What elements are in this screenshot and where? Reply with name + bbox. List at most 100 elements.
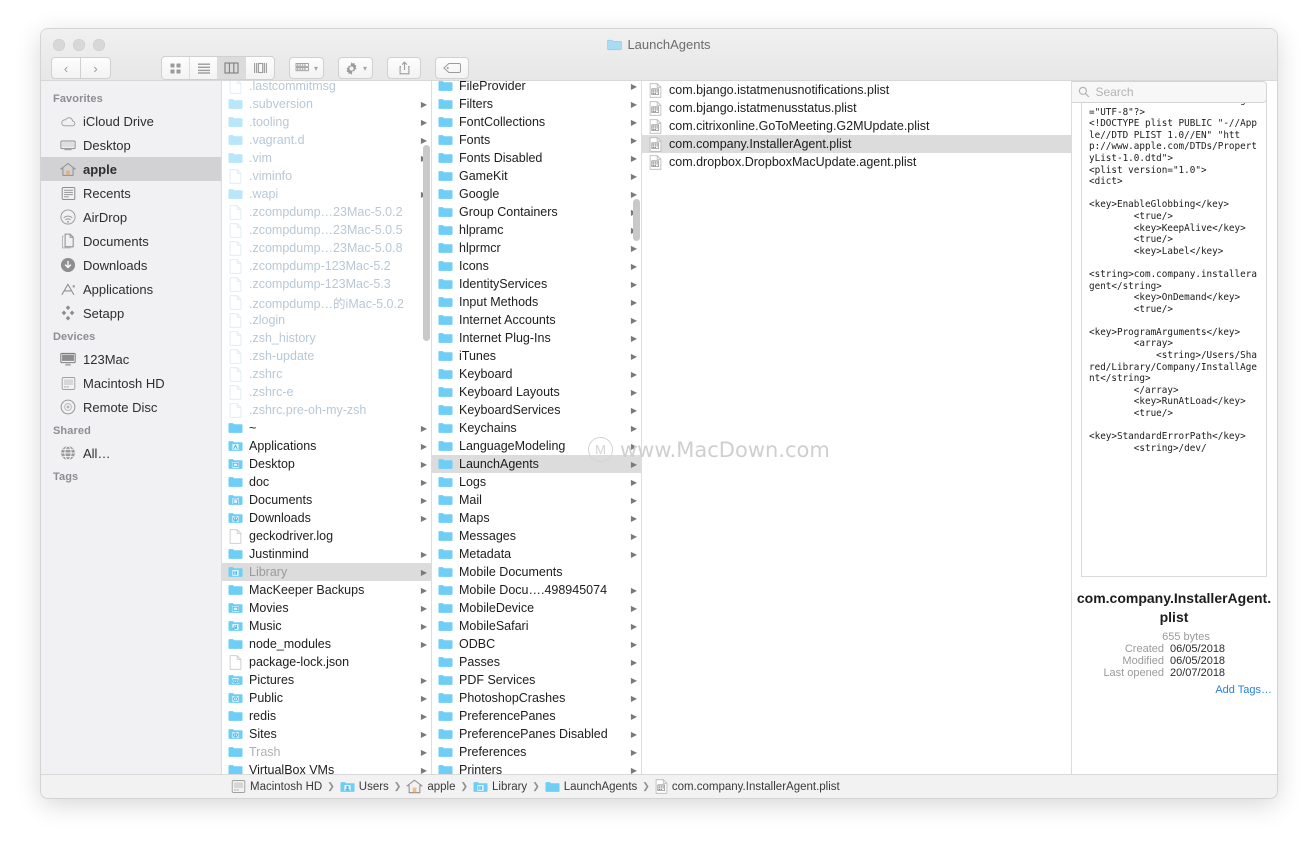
file-row[interactable]: geckodriver.log — [222, 527, 431, 545]
file-row[interactable]: hlpramc▶ — [432, 221, 641, 239]
file-row[interactable]: .zcompdump…23Mac-5.0.2 — [222, 203, 431, 221]
file-row[interactable]: MacKeeper Backups ▶ — [222, 581, 431, 599]
file-row[interactable]: Applications ▶ — [222, 437, 431, 455]
file-row[interactable]: Documents ▶ — [222, 491, 431, 509]
file-row[interactable]: Keychains ▶ — [432, 419, 641, 437]
file-row[interactable]: LaunchAgents ▶ — [432, 455, 641, 473]
path-segment[interactable]: Users — [340, 781, 389, 793]
add-tags-link[interactable]: Add Tags… — [1076, 684, 1272, 696]
share-button[interactable] — [387, 57, 422, 79]
path-segment[interactable]: com.company.InstallerAgent.plist — [655, 779, 840, 794]
sidebar-item-macintosh-hd[interactable]: Macintosh HD — [41, 371, 221, 395]
file-row[interactable]: Music ▶ — [222, 617, 431, 635]
file-row[interactable]: Pictures ▶ — [222, 671, 431, 689]
file-row[interactable]: node_modules ▶ — [222, 635, 431, 653]
file-row[interactable]: .zshrc.pre-oh-my-zsh — [222, 401, 431, 419]
file-row[interactable]: .zcompdump-123Mac-5.3 — [222, 275, 431, 293]
path-segment[interactable]: Library — [473, 781, 527, 793]
file-row[interactable]: Metadata ▶ — [432, 545, 641, 563]
file-row[interactable]: Mobile Docu….498945074 ▶ — [432, 581, 641, 599]
file-row[interactable]: com.citrixonline.GoToMeeting.G2MUpdate.p… — [642, 117, 1071, 135]
sidebar-item-remote-disc[interactable]: Remote Disc — [41, 395, 221, 419]
file-row[interactable]: Filters ▶ — [432, 95, 641, 113]
column-view-button[interactable] — [218, 57, 246, 79]
file-row[interactable]: .vagrant.d ▶ — [222, 131, 431, 149]
sidebar-item-setapp[interactable]: Setapp — [41, 301, 221, 325]
back-button[interactable]: ‹ — [51, 57, 81, 79]
file-row[interactable]: ~ ▶ — [222, 419, 431, 437]
sidebar-item-recents[interactable]: Recents — [41, 181, 221, 205]
file-row[interactable]: .subversion ▶ — [222, 95, 431, 113]
file-row[interactable]: com.bjango.istatmenusstatus.plist — [642, 99, 1071, 117]
file-row[interactable]: Passes ▶ — [432, 653, 641, 671]
file-row[interactable]: .lastcommitmsg — [222, 81, 431, 95]
file-row[interactable]: Library ▶ — [222, 563, 431, 581]
file-row[interactable]: Internet Plug-Ins ▶ — [432, 329, 641, 347]
action-gear-button[interactable]: ▾ — [338, 57, 374, 79]
file-row[interactable]: doc ▶ — [222, 473, 431, 491]
file-row[interactable]: Internet Accounts ▶ — [432, 311, 641, 329]
file-row[interactable]: Group Containers▶ — [432, 203, 641, 221]
sidebar-item-airdrop[interactable]: AirDrop — [41, 205, 221, 229]
file-row[interactable]: .zcompdump…的iMac-5.0.2 — [222, 293, 431, 311]
file-row[interactable]: com.bjango.istatmenusnotifications.plist — [642, 81, 1071, 99]
file-row[interactable]: Icons ▶ — [432, 257, 641, 275]
file-row[interactable]: package-lock.json — [222, 653, 431, 671]
file-row[interactable]: PreferencePanes ▶ — [432, 707, 641, 725]
sidebar-item-123mac[interactable]: 123Mac — [41, 347, 221, 371]
file-row[interactable]: Mail ▶ — [432, 491, 641, 509]
file-row[interactable]: redis ▶ — [222, 707, 431, 725]
file-row[interactable]: FileProvider ▶ — [432, 81, 641, 95]
file-row[interactable]: .tooling ▶ — [222, 113, 431, 131]
file-row[interactable]: Logs ▶ — [432, 473, 641, 491]
sidebar-item-documents[interactable]: Documents — [41, 229, 221, 253]
sidebar-item-icloud-drive[interactable]: iCloud Drive — [41, 109, 221, 133]
file-row[interactable]: Fonts Disabled ▶ — [432, 149, 641, 167]
file-row[interactable]: Fonts ▶ — [432, 131, 641, 149]
file-row[interactable]: GameKit ▶ — [432, 167, 641, 185]
file-row[interactable]: Desktop ▶ — [222, 455, 431, 473]
file-row[interactable]: hlprmcr ▶ — [432, 239, 641, 257]
file-row[interactable]: FontCollections ▶ — [432, 113, 641, 131]
column-scrollbar[interactable] — [423, 145, 430, 341]
file-row[interactable]: ODBC ▶ — [432, 635, 641, 653]
file-row[interactable]: MobileSafari ▶ — [432, 617, 641, 635]
file-row[interactable]: .zshrc — [222, 365, 431, 383]
list-view-button[interactable] — [190, 57, 218, 79]
file-row[interactable]: .zcompdump…23Mac-5.0.5 — [222, 221, 431, 239]
file-row[interactable]: KeyboardServices ▶ — [432, 401, 641, 419]
file-row[interactable]: .zshrc-e — [222, 383, 431, 401]
gallery-view-button[interactable] — [246, 57, 274, 79]
file-row[interactable]: Downloads ▶ — [222, 509, 431, 527]
file-row[interactable]: .zcompdump…23Mac-5.0.8 — [222, 239, 431, 257]
home-column[interactable]: .lastcommitmsg .subversion ▶ .tooling ▶ .vagr… — [222, 81, 432, 774]
path-segment[interactable]: LaunchAgents — [545, 781, 637, 793]
file-row[interactable]: .zsh-update — [222, 347, 431, 365]
file-row[interactable]: .zsh_history — [222, 329, 431, 347]
tags-button[interactable] — [435, 57, 470, 79]
file-row[interactable]: .wapi▶ — [222, 185, 431, 203]
file-row[interactable]: Preferences ▶ — [432, 743, 641, 761]
icon-view-button[interactable] — [162, 57, 190, 79]
file-row[interactable]: Printers ▶ — [432, 761, 641, 774]
file-row[interactable]: iTunes ▶ — [432, 347, 641, 365]
finder-sidebar[interactable]: Favorites iCloud Drive Desktop apple Recents… — [41, 81, 222, 774]
path-segment[interactable]: apple — [406, 779, 455, 794]
file-row[interactable]: Justinmind ▶ — [222, 545, 431, 563]
file-row[interactable]: com.dropbox.DropboxMacUpdate.agent.plist — [642, 153, 1071, 171]
file-row[interactable]: PDF Services ▶ — [432, 671, 641, 689]
file-row[interactable]: Sites ▶ — [222, 725, 431, 743]
launchagents-column[interactable]: com.bjango.istatmenusnotifications.plist… — [642, 81, 1072, 774]
sidebar-item-downloads[interactable]: Downloads — [41, 253, 221, 277]
path-segment[interactable]: Macintosh HD — [231, 779, 322, 794]
file-row[interactable]: IdentityServices ▶ — [432, 275, 641, 293]
forward-button[interactable]: › — [81, 57, 111, 79]
sidebar-item-desktop[interactable]: Desktop — [41, 133, 221, 157]
library-column[interactable]: FileProvider ▶ Filters ▶ FontCollections ▶ Fon… — [432, 81, 642, 774]
file-row[interactable]: Google ▶ — [432, 185, 641, 203]
file-row[interactable]: Messages ▶ — [432, 527, 641, 545]
file-row[interactable]: VirtualBox VMs ▶ — [222, 761, 431, 774]
file-row[interactable]: PhotoshopCrashes ▶ — [432, 689, 641, 707]
file-row[interactable]: .zlogin — [222, 311, 431, 329]
file-row[interactable]: LanguageModeling ▶ — [432, 437, 641, 455]
